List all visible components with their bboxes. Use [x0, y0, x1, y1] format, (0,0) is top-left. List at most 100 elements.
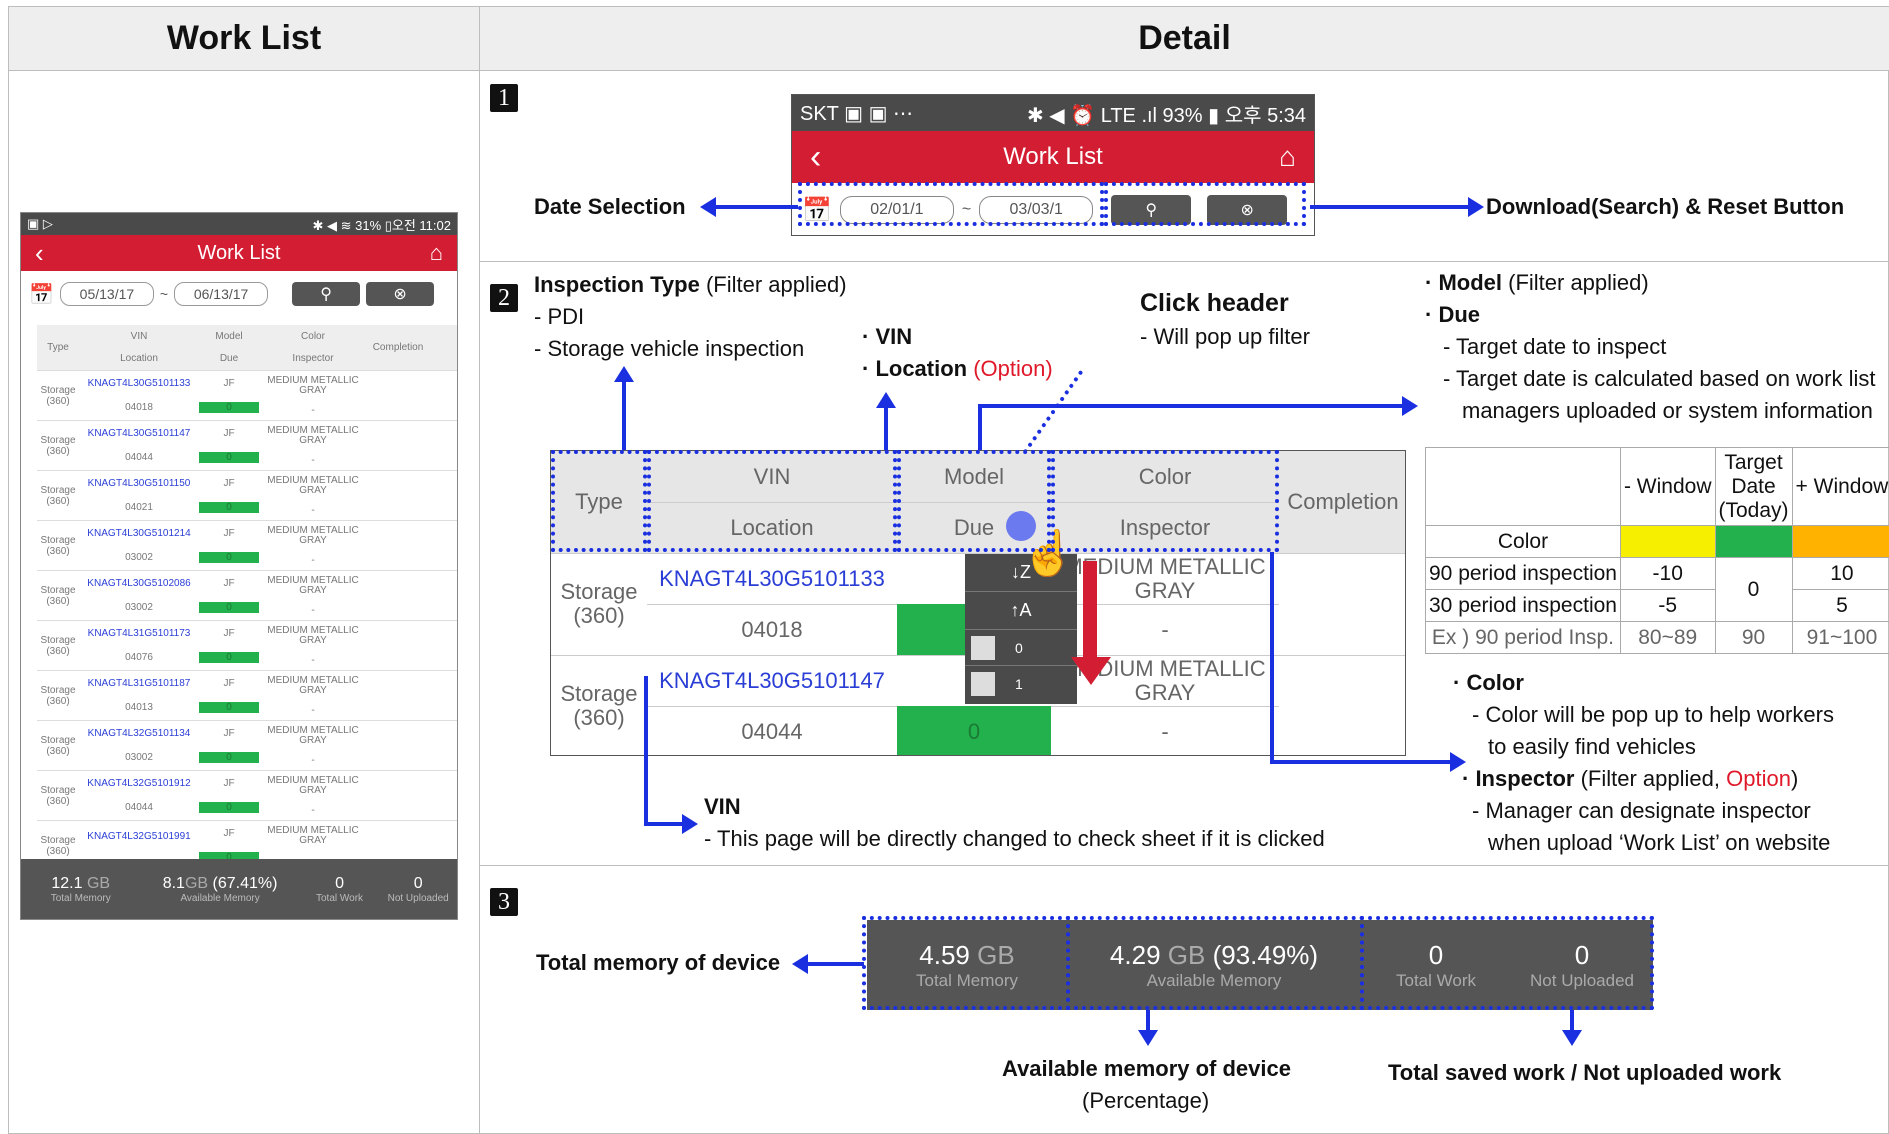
phone-table-header[interactable]: Type VIN Location Model Due Color Inspec… — [37, 325, 457, 371]
legend-90-plus: 10 — [1791, 557, 1889, 590]
red-arrow-head — [1071, 657, 1111, 685]
phone-table-row[interactable]: Storage (360) KNAGT4L30G5102086 03002 JF 0 ME… — [37, 571, 457, 621]
row-inspector: - — [311, 404, 315, 416]
filter-option-0-label: 0 — [1015, 639, 1023, 656]
row-completion — [367, 721, 429, 770]
label-available-memory: Available memory of device — [1002, 1056, 1291, 1081]
row-due: 0 — [199, 752, 259, 764]
search-icon: ⚲ — [320, 286, 332, 303]
vin-bullet: · VIN — [862, 324, 913, 349]
notification-icons: ▣ ▣ ⋯ — [844, 102, 914, 125]
highlight-work — [1360, 916, 1654, 1010]
col-due[interactable]: Due — [220, 353, 238, 364]
section-divider-2 — [479, 865, 1888, 866]
row-inspector: - — [311, 804, 315, 816]
row-model: JF — [223, 527, 235, 539]
checkbox-icon[interactable] — [971, 672, 995, 696]
phone-date-to[interactable]: 06/13/17 — [174, 282, 269, 306]
filter-option-1[interactable]: 1 — [965, 666, 1077, 702]
row-color: MEDIUM METALLIC GRAY — [267, 574, 359, 596]
row-due: 0 — [199, 552, 259, 564]
highlight-total-memory — [862, 916, 1070, 1010]
column-divider — [479, 7, 480, 1133]
row-model: JF — [223, 777, 235, 789]
arrow-model-h — [978, 404, 1404, 408]
back-icon[interactable]: ‹ — [35, 238, 44, 269]
phone-reset-button[interactable]: ⊗ — [366, 282, 435, 306]
row-model: JF — [223, 627, 235, 639]
inspection-type-note: (Filter applied) — [705, 272, 847, 297]
row-location: 04044 — [125, 802, 153, 814]
row-vin[interactable]: KNAGT4L30G5101150 — [88, 478, 191, 489]
row1-vin[interactable]: KNAGT4L30G5101133 — [647, 553, 897, 604]
home-icon[interactable]: ⌂ — [1279, 141, 1296, 173]
phone-date-from[interactable]: 05/13/17 — [59, 282, 154, 306]
row-vin[interactable]: KNAGT4L30G5101214 — [87, 528, 190, 539]
arrow-saved — [1570, 1010, 1574, 1032]
inspection-type-storage: - Storage vehicle inspection — [534, 336, 805, 361]
phone-avail-mem-unit: GB — [184, 874, 209, 892]
row-vin[interactable]: KNAGT4L30G5102086 — [87, 578, 190, 589]
home-icon[interactable]: ⌂ — [430, 240, 443, 266]
col-location[interactable]: Location — [120, 353, 158, 364]
phone-table-row[interactable]: Storage (360) KNAGT4L30G5101133 04018 JF 0 ME… — [37, 371, 457, 421]
arrow-date — [712, 205, 798, 209]
phone-table-row[interactable]: Storage (360) KNAGT4L32G5101912 04044 JF 0 ME… — [37, 771, 457, 821]
phone-table-row[interactable]: Storage (360) KNAGT4L30G5101147 04044 JF 0 ME… — [37, 421, 457, 471]
legend-h-minus: - Window — [1619, 447, 1716, 526]
back-icon[interactable]: ‹ — [810, 138, 821, 177]
notification-icon: ▣ ▷ — [27, 216, 53, 231]
phone-table-row[interactable]: Storage (360) KNAGT4L30G5101150 04021 JF 0 ME… — [37, 471, 457, 521]
phone-table-row[interactable]: Storage (360) KNAGT4L31G5101187 04013 JF 0 ME… — [37, 671, 457, 721]
legend-30-plus: 5 — [1791, 589, 1889, 622]
phone-table-row[interactable]: Storage (360) KNAGT4L31G5101173 04076 JF 0 ME… — [37, 621, 457, 671]
row-type: Storage (360) — [40, 434, 76, 457]
row-vin[interactable]: KNAGT4L30G5101133 — [88, 378, 191, 389]
row-due: 0 — [199, 502, 259, 514]
row-vin[interactable]: KNAGT4L31G5101173 — [88, 628, 191, 639]
row2-vin[interactable]: KNAGT4L30G5101147 — [647, 655, 897, 706]
calendar-icon[interactable]: 📅 — [29, 282, 54, 307]
phone-not-uploaded: 0 — [413, 874, 423, 892]
arrow-type — [622, 380, 626, 450]
row-due: 0 — [199, 652, 259, 664]
row-color: MEDIUM METALLIC GRAY — [267, 474, 359, 496]
row-vin[interactable]: KNAGT4L32G5101134 — [88, 728, 191, 739]
row-due: 0 — [199, 702, 259, 714]
arrow-head-down — [1562, 1030, 1582, 1046]
row-vin[interactable]: KNAGT4L32G5101991 — [87, 831, 190, 842]
section-number-3: 3 — [490, 888, 518, 916]
row-vin[interactable]: KNAGT4L30G5101147 — [88, 428, 191, 439]
phone-table-row[interactable]: Storage (360) KNAGT4L30G5101214 03002 JF 0 ME… — [37, 521, 457, 571]
row-vin[interactable]: KNAGT4L32G5101912 — [87, 778, 190, 789]
location-option: (Option) — [973, 356, 1053, 381]
legend-ex-minus: 80~89 — [1619, 621, 1716, 654]
app-title: Work List — [1003, 143, 1103, 170]
legend-ex-target: 90 — [1714, 621, 1793, 654]
filter-option-0[interactable]: 0 — [965, 630, 1077, 666]
carrier-label: SKT — [800, 102, 839, 125]
checkbox-icon[interactable] — [971, 635, 995, 660]
phone-total-mem: 12.1 — [51, 874, 83, 892]
row-location: 03002 — [125, 602, 153, 614]
arrow-head-down — [1138, 1030, 1158, 1046]
header-completion[interactable]: Completion — [1279, 451, 1405, 553]
row-due: 0 — [199, 452, 259, 464]
phone-filter-bar: 📅 05/13/17 ~ 06/13/17 ⚲ ⊗ — [21, 271, 457, 317]
col-vin[interactable]: VIN — [131, 331, 148, 342]
col-inspector[interactable]: Inspector — [292, 353, 333, 364]
inspector-line-1: - Manager can designate inspector — [1472, 798, 1811, 823]
label-date-selection: Date Selection — [534, 194, 686, 219]
row-vin[interactable]: KNAGT4L31G5101187 — [88, 678, 191, 689]
date-separator: ~ — [159, 286, 169, 302]
col-model[interactable]: Model — [215, 331, 242, 342]
phone-avail-label: Available Memory — [180, 892, 260, 904]
sort-za-icon[interactable]: ↑A — [965, 592, 1077, 630]
reset-icon: ⊗ — [393, 286, 407, 303]
phone-table-row[interactable]: Storage (360) KNAGT4L32G5101134 03002 JF 0 ME… — [37, 721, 457, 771]
phone-total-work: 0 — [335, 874, 344, 892]
phone-search-button[interactable]: ⚲ — [292, 282, 361, 306]
col-color[interactable]: Color — [301, 331, 325, 342]
col-type[interactable]: Type — [37, 325, 79, 370]
col-completion[interactable]: Completion — [367, 325, 429, 370]
